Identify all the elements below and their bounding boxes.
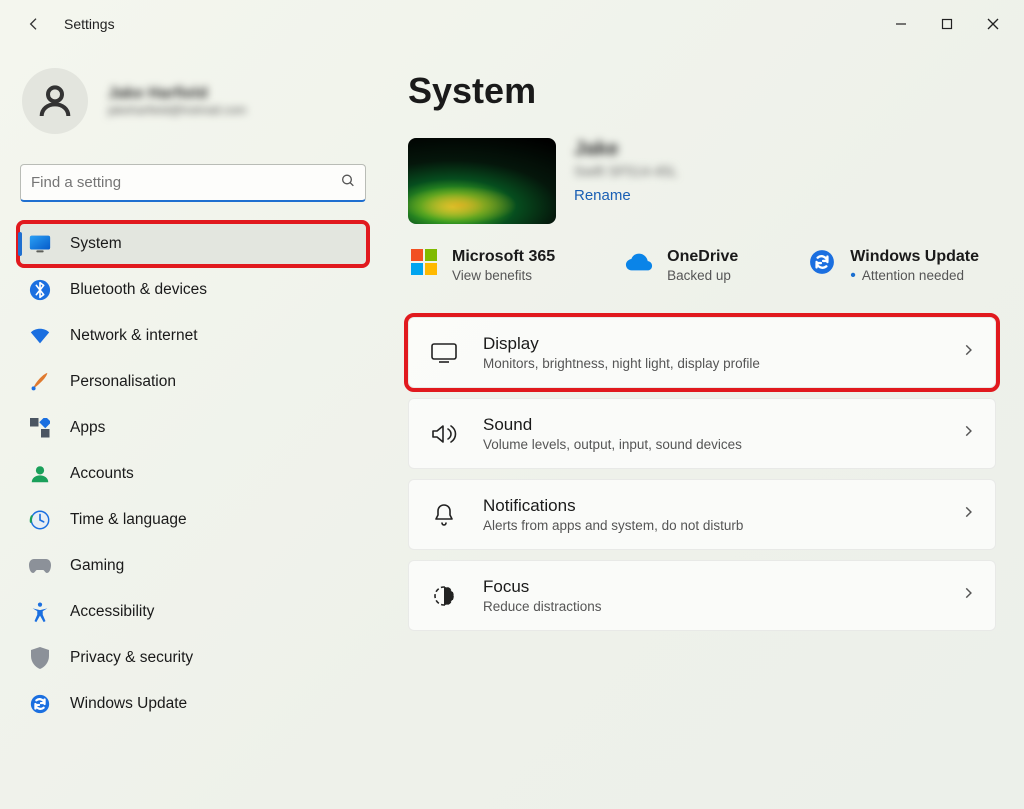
clock-icon [28, 508, 52, 532]
sidebar-item-system[interactable]: System [18, 222, 368, 266]
status-m365[interactable]: Microsoft 365 View benefits [410, 248, 555, 283]
onedrive-icon [625, 248, 653, 276]
status-sub: View benefits [452, 268, 555, 283]
setting-title: Focus [483, 577, 602, 597]
status-sub: Attention needed [850, 268, 979, 283]
sound-icon [429, 423, 459, 445]
sidebar-item-network[interactable]: Network & internet [18, 314, 368, 358]
focus-icon [429, 584, 459, 608]
sidebar-item-label: Windows Update [70, 695, 187, 713]
setting-sub: Reduce distractions [483, 599, 602, 614]
sidebar-item-time[interactable]: Time & language [18, 498, 368, 542]
status-update[interactable]: Windows Update Attention needed [808, 248, 979, 283]
sidebar-item-update[interactable]: Windows Update [18, 682, 368, 726]
chevron-right-icon [961, 505, 975, 524]
sidebar-item-label: Apps [70, 419, 105, 437]
device-model: Swift SF514-45L [574, 163, 678, 179]
setting-sound[interactable]: Sound Volume levels, output, input, soun… [408, 398, 996, 469]
search-icon [340, 173, 356, 194]
setting-sub: Volume levels, output, input, sound devi… [483, 437, 742, 452]
device-wallpaper [408, 138, 556, 224]
chevron-right-icon [961, 424, 975, 443]
chevron-right-icon [961, 586, 975, 605]
display-icon [429, 342, 459, 364]
status-title: Microsoft 365 [452, 248, 555, 266]
search-box[interactable] [20, 164, 366, 202]
device-name: Jake [574, 138, 678, 161]
titlebar: Settings [0, 0, 1024, 48]
accessibility-icon [28, 600, 52, 624]
chevron-right-icon [961, 343, 975, 362]
status-row: Microsoft 365 View benefits OneDrive Bac… [408, 248, 996, 283]
wifi-icon [28, 324, 52, 348]
rename-link[interactable]: Rename [574, 187, 631, 204]
setting-title: Display [483, 334, 760, 354]
sidebar-item-bluetooth[interactable]: Bluetooth & devices [18, 268, 368, 312]
profile-email: jakeharfield@hotmail.com [108, 103, 246, 117]
profile[interactable]: Jake Harfield jakeharfield@hotmail.com [18, 56, 368, 164]
sidebar-item-personalisation[interactable]: Personalisation [18, 360, 368, 404]
sidebar-item-apps[interactable]: Apps [18, 406, 368, 450]
status-sub: Backed up [667, 268, 738, 283]
apps-icon [28, 416, 52, 440]
app-title: Settings [64, 16, 115, 32]
sidebar-item-label: Time & language [70, 511, 187, 529]
sidebar-item-label: Gaming [70, 557, 124, 575]
sidebar-item-label: Privacy & security [70, 649, 193, 667]
setting-title: Sound [483, 415, 742, 435]
bluetooth-icon [28, 278, 52, 302]
setting-sub: Monitors, brightness, night light, displ… [483, 356, 760, 371]
status-title: Windows Update [850, 248, 979, 266]
sidebar-item-label: Personalisation [70, 373, 176, 391]
sidebar-item-gaming[interactable]: Gaming [18, 544, 368, 588]
status-title: OneDrive [667, 248, 738, 266]
close-button[interactable] [970, 4, 1016, 44]
sidebar-item-accounts[interactable]: Accounts [18, 452, 368, 496]
setting-display[interactable]: Display Monitors, brightness, night ligh… [408, 317, 996, 388]
account-icon [28, 462, 52, 486]
setting-sub: Alerts from apps and system, do not dist… [483, 518, 743, 533]
system-icon [28, 232, 52, 256]
sidebar-item-label: Bluetooth & devices [70, 281, 207, 299]
sidebar-item-privacy[interactable]: Privacy & security [18, 636, 368, 680]
page-heading: System [408, 70, 996, 112]
sidebar-item-label: Accessibility [70, 603, 154, 621]
microsoft-logo-icon [410, 248, 438, 276]
sidebar-item-label: Accounts [70, 465, 134, 483]
profile-name: Jake Harfield [108, 85, 246, 103]
sidebar-item-label: System [70, 235, 122, 253]
sidebar-item-label: Network & internet [70, 327, 198, 345]
windows-update-icon [808, 248, 836, 276]
update-icon [28, 692, 52, 716]
gamepad-icon [28, 554, 52, 578]
setting-title: Notifications [483, 496, 743, 516]
avatar [22, 68, 88, 134]
setting-notifications[interactable]: Notifications Alerts from apps and syste… [408, 479, 996, 550]
shield-icon [28, 646, 52, 670]
device-info-row: Jake Swift SF514-45L Rename [408, 138, 996, 224]
status-onedrive[interactable]: OneDrive Backed up [625, 248, 738, 283]
main-panel: System Jake Swift SF514-45L Rename Micro… [378, 56, 1016, 809]
search-input[interactable] [20, 164, 366, 202]
back-button[interactable] [18, 8, 50, 40]
brush-icon [28, 370, 52, 394]
setting-list: Display Monitors, brightness, night ligh… [408, 317, 996, 631]
sidebar-nav: System Bluetooth & devices Network & int… [18, 222, 368, 726]
bell-icon [429, 503, 459, 527]
minimize-button[interactable] [878, 4, 924, 44]
maximize-button[interactable] [924, 4, 970, 44]
setting-focus[interactable]: Focus Reduce distractions [408, 560, 996, 631]
sidebar-item-accessibility[interactable]: Accessibility [18, 590, 368, 634]
sidebar: Jake Harfield jakeharfield@hotmail.com S… [18, 56, 378, 809]
